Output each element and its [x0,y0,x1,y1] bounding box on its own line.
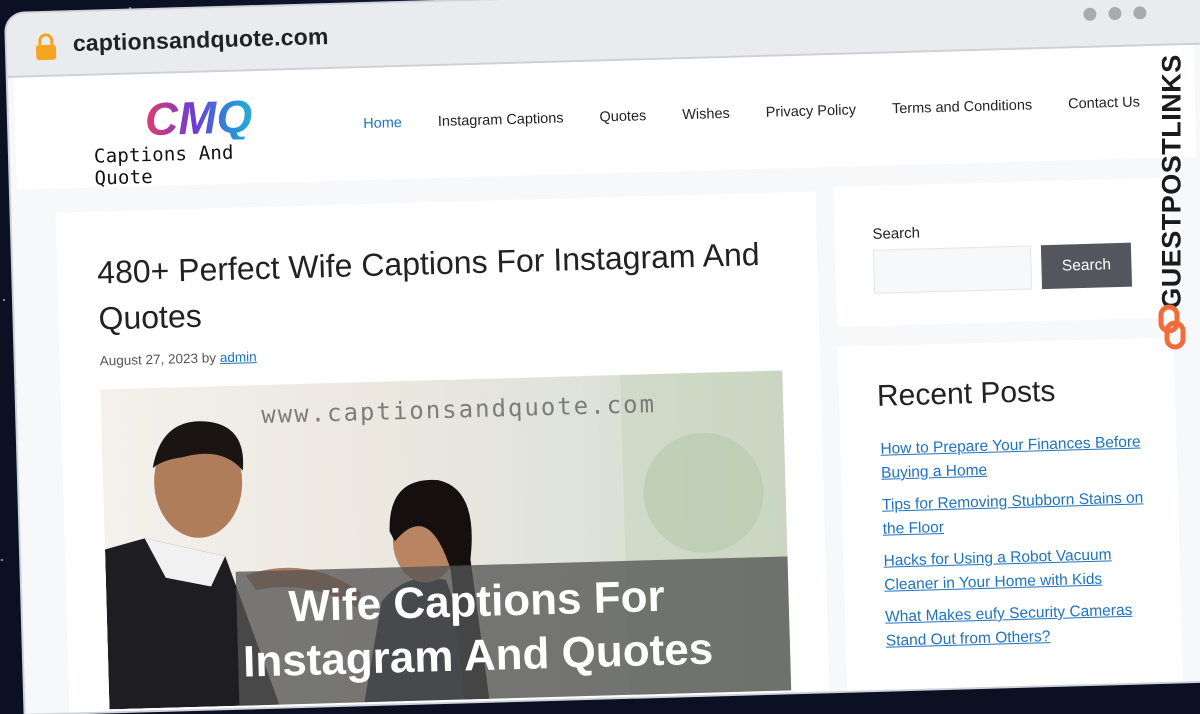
main-navigation: Home Instagram Captions Quotes Wishes Privac… [345,94,1158,133]
search-input[interactable] [872,245,1033,294]
window-dot-icon[interactable] [1083,7,1097,21]
nav-item-contact-us[interactable]: Contact Us [1050,94,1158,113]
site-logo[interactable]: CMQ Captions And Quote [92,90,294,190]
recent-post-link[interactable]: Hacks for Using a Robot Vacuum Cleaner i… [883,546,1111,593]
recent-post-link[interactable]: How to Prepare Your Finances Before Buyi… [880,433,1141,481]
badge-text: GUESTPOSTLINKS [1156,54,1187,309]
nav-item-wishes[interactable]: Wishes [664,105,748,123]
author-link[interactable]: admin [220,349,257,365]
logo-mark: CMQ [144,90,293,145]
guestpostlinks-badge: GUESTPOSTLINKS [1152,54,1192,356]
browser-window: captionsandquote.com CMQ Captions And Qu… [6,0,1200,714]
search-button[interactable]: Search [1040,242,1133,290]
post-article: 480+ Perfect Wife Captions For Instagram… [55,191,830,714]
post-title: 480+ Perfect Wife Captions For Instagram… [96,236,761,337]
list-item: How to Prepare Your Finances Before Buyi… [880,430,1151,486]
lock-icon [35,33,57,61]
list-item: Hacks for Using a Robot Vacuum Cleaner i… [883,542,1154,598]
list-item: What Makes eufy Security Cameras Stand O… [885,598,1156,654]
post-by: by [201,350,217,366]
image-banner-text: Wife Captions For Instagram And Quotes [242,571,714,687]
logo-text: Captions And Quote [93,141,234,190]
window-controls [1083,6,1147,21]
nav-item-terms-and-conditions[interactable]: Terms and Conditions [874,97,1051,118]
window-dot-icon[interactable] [1133,6,1147,20]
url-text[interactable]: captionsandquote.com [72,23,328,57]
list-item: Tips for Removing Stubborn Stains on the… [882,486,1153,542]
recent-post-link[interactable]: What Makes eufy Security Cameras Stand O… [885,602,1133,650]
nav-item-home[interactable]: Home [345,114,420,132]
recent-posts-list: How to Prepare Your Finances Before Buyi… [880,430,1156,661]
search-label: Search [872,224,921,243]
recent-posts-title: Recent Posts [876,374,1056,413]
recent-post-link[interactable]: Tips for Removing Stubborn Stains on the… [882,489,1144,537]
featured-image[interactable]: www.captionsandquote.com Wife Captions F… [100,370,792,710]
chain-link-icon [1158,304,1186,350]
nav-item-privacy-policy[interactable]: Privacy Policy [748,102,875,122]
post-date: August 27, 2023 [99,350,199,369]
post-meta: August 27, 2023 by admin [100,349,257,368]
nav-item-instagram-captions[interactable]: Instagram Captions [420,110,582,131]
recent-posts-widget: Recent Posts How to Prepare Your Finance… [837,337,1184,707]
window-dot-icon[interactable] [1108,6,1122,21]
sidebar-search-widget: Search Search [833,177,1173,327]
nav-item-quotes[interactable]: Quotes [581,108,664,126]
